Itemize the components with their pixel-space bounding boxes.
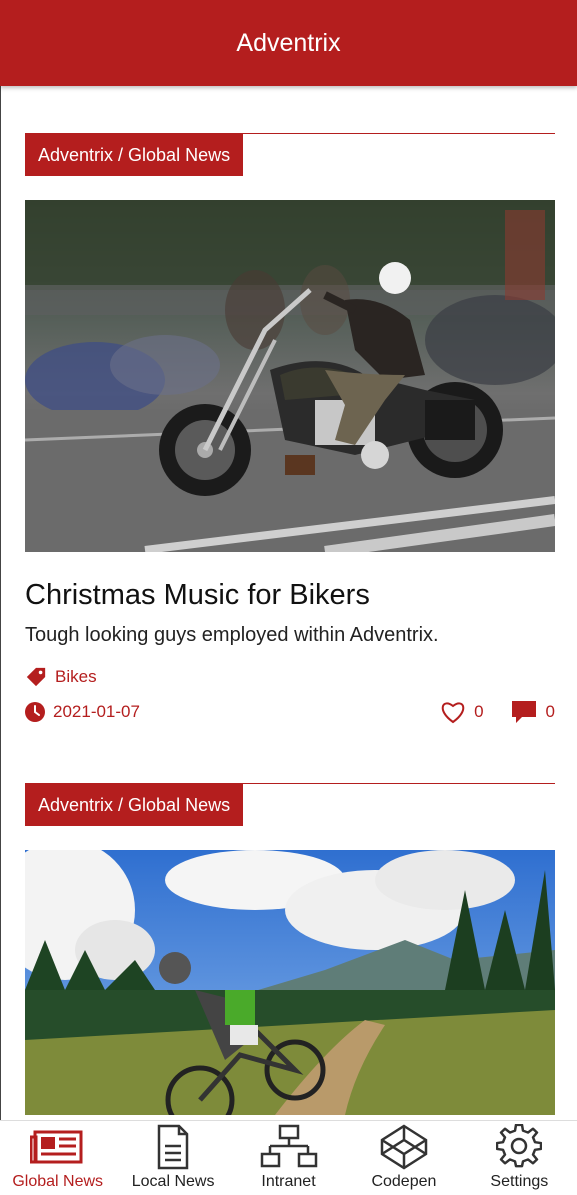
breadcrumb[interactable]: Adventrix / Global News xyxy=(25,134,244,176)
tag-label: Bikes xyxy=(55,667,97,686)
nav-intranet[interactable]: Intranet xyxy=(231,1121,346,1195)
article-description: Tough looking guys employed within Adven… xyxy=(25,624,439,646)
mountain-bike-photo[interactable] xyxy=(25,850,555,1115)
bottom-navigation: Global News Local News Intranet Codepen xyxy=(0,1120,577,1195)
tag-icon xyxy=(26,667,46,687)
article-title[interactable]: Christmas Music for Bikers xyxy=(25,578,555,612)
nav-label: Settings xyxy=(490,1173,549,1190)
comment-count: 0 xyxy=(545,702,555,721)
nav-codepen[interactable]: Codepen xyxy=(346,1121,461,1195)
news-feed[interactable]: Adventrix / Global News Christmas Music … xyxy=(25,133,555,1115)
article-date: 2021-01-07 xyxy=(53,702,140,721)
gear-icon xyxy=(496,1124,543,1168)
nav-label: Codepen xyxy=(371,1173,437,1190)
nav-label: Local News xyxy=(131,1173,215,1190)
heart-icon[interactable] xyxy=(440,700,466,724)
nav-label: Global News xyxy=(12,1173,104,1190)
comment-icon[interactable] xyxy=(510,699,538,725)
document-icon xyxy=(157,1124,189,1170)
app-title: Adventrix xyxy=(236,28,341,57)
article-meta: 2021-01-07 0 0 xyxy=(25,699,555,725)
app-header: Adventrix xyxy=(0,0,577,86)
codepen-icon xyxy=(380,1124,428,1170)
card-top-rule: Adventrix / Global News xyxy=(25,783,555,826)
card-top-rule: Adventrix / Global News xyxy=(25,133,555,176)
breadcrumb[interactable]: Adventrix / Global News xyxy=(25,784,244,826)
network-icon xyxy=(260,1124,317,1168)
clock-icon xyxy=(25,702,45,722)
nav-global-news[interactable]: Global News xyxy=(0,1121,115,1195)
like-count: 0 xyxy=(474,702,484,721)
newspaper-icon xyxy=(29,1130,83,1164)
nav-label: Intranet xyxy=(261,1173,316,1190)
nav-settings[interactable]: Settings xyxy=(462,1121,577,1195)
motorcycle-photo[interactable] xyxy=(25,200,555,552)
article-card[interactable]: Adventrix / Global News xyxy=(25,783,555,1115)
nav-local-news[interactable]: Local News xyxy=(115,1121,230,1195)
article-tag[interactable]: Bikes xyxy=(25,665,555,689)
article-card[interactable]: Adventrix / Global News xyxy=(25,133,555,725)
left-edge xyxy=(0,85,1,1120)
